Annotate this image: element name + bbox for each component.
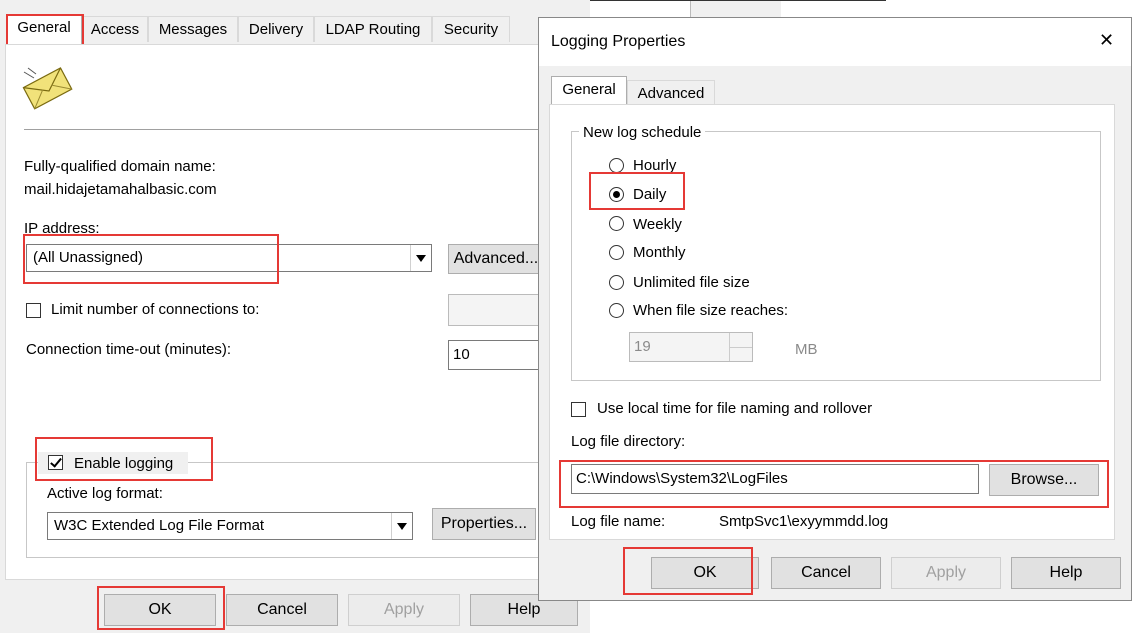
file-size-unit: MB xyxy=(795,341,818,358)
active-log-format-label: Active log format: xyxy=(47,485,163,502)
file-size-stepper[interactable]: 19 xyxy=(629,332,753,362)
advanced-button[interactable]: Advanced... xyxy=(448,244,544,274)
radio-daily-label: Daily xyxy=(633,186,667,203)
fqdn-label: Fully-qualified domain name: xyxy=(24,158,216,175)
apply-button[interactable]: Apply xyxy=(891,557,1001,589)
logging-properties-dialog: Logging Properties ✕ General Advanced Ne… xyxy=(538,17,1132,601)
tab-label: Advanced xyxy=(637,85,705,102)
cancel-button[interactable]: Cancel xyxy=(771,557,881,589)
browse-button[interactable]: Browse... xyxy=(989,464,1099,496)
tab-label: Access xyxy=(90,21,140,38)
tab-label: LDAP Routing xyxy=(325,21,421,38)
background-window-edge xyxy=(590,0,886,1)
radio-hourly-label: Hourly xyxy=(633,157,677,174)
radio-unlimited[interactable] xyxy=(609,275,624,290)
tab-delivery[interactable]: Delivery xyxy=(238,16,314,42)
envelope-icon xyxy=(22,67,73,110)
tab-label: General xyxy=(562,81,616,98)
radio-hourly[interactable] xyxy=(609,158,624,173)
ip-address-value: (All Unassigned) xyxy=(33,249,144,266)
apply-button[interactable]: Apply xyxy=(348,594,460,626)
radio-weekly-label: Weekly xyxy=(633,216,682,233)
background-window-titlebar xyxy=(690,0,781,17)
tab-advanced[interactable]: Advanced xyxy=(627,80,715,106)
radio-file-size[interactable] xyxy=(609,303,624,318)
ip-address-label: IP address: xyxy=(24,220,100,237)
log-format-value: W3C Extended Log File Format xyxy=(54,517,265,534)
chevron-down-icon[interactable] xyxy=(391,513,412,539)
log-dir-label: Log file directory: xyxy=(571,433,686,450)
log-name-label: Log file name: xyxy=(571,513,666,530)
chevron-up-icon[interactable] xyxy=(729,333,752,348)
tab-label: Delivery xyxy=(248,21,304,38)
ip-address-dropdown[interactable]: (All Unassigned) xyxy=(26,244,432,272)
timeout-value: 10 xyxy=(453,346,470,363)
timeout-label: Connection time-out (minutes): xyxy=(26,341,232,358)
tab-general[interactable]: General xyxy=(551,76,627,106)
ok-button[interactable]: OK xyxy=(651,557,759,589)
log-dir-value: C:\Windows\System32\LogFiles xyxy=(576,470,788,487)
radio-weekly[interactable] xyxy=(609,216,624,231)
tab-ldap-routing[interactable]: LDAP Routing xyxy=(314,16,432,42)
separator xyxy=(24,129,590,130)
radio-monthly-label: Monthly xyxy=(633,244,686,261)
tab-label: General xyxy=(17,19,71,36)
radio-daily[interactable] xyxy=(609,187,624,202)
timeout-input[interactable]: 10 xyxy=(448,340,544,370)
chevron-down-icon[interactable] xyxy=(729,347,752,361)
tab-messages[interactable]: Messages xyxy=(148,16,238,42)
properties-button[interactable]: Properties... xyxy=(432,508,536,540)
log-name-value: SmtpSvc1\exyymmdd.log xyxy=(719,513,889,530)
chevron-down-icon[interactable] xyxy=(410,245,431,271)
tab-label: Messages xyxy=(158,21,228,38)
smtp-properties-dialog: General Access Messages Delivery LDAP Ro… xyxy=(0,0,590,633)
schedule-group-label: New log schedule xyxy=(579,123,706,143)
log-dir-input[interactable]: C:\Windows\System32\LogFiles xyxy=(571,464,979,494)
help-button[interactable]: Help xyxy=(1011,557,1121,589)
limit-connections-checkbox[interactable] xyxy=(26,303,41,318)
tab-label: Security xyxy=(443,21,499,38)
enable-logging-checkbox[interactable] xyxy=(48,455,63,470)
radio-unlimited-label: Unlimited file size xyxy=(633,274,750,291)
tab-access[interactable]: Access xyxy=(82,16,148,42)
cancel-button[interactable]: Cancel xyxy=(226,594,338,626)
ok-button[interactable]: OK xyxy=(104,594,216,626)
tab-general[interactable]: General xyxy=(6,14,82,44)
limit-connections-input[interactable] xyxy=(448,294,544,326)
local-time-label: Use local time for file naming and rollo… xyxy=(597,400,873,417)
limit-connections-label: Limit number of connections to: xyxy=(51,301,260,318)
radio-monthly[interactable] xyxy=(609,245,624,260)
close-icon[interactable]: ✕ xyxy=(1099,30,1114,50)
fqdn-value: mail.hidajetamahalbasic.com xyxy=(24,181,217,198)
log-format-dropdown[interactable]: W3C Extended Log File Format xyxy=(47,512,413,540)
file-size-value: 19 xyxy=(634,338,651,355)
enable-logging-label: Enable logging xyxy=(74,455,174,472)
dialog-title: Logging Properties xyxy=(551,33,686,50)
tab-security[interactable]: Security xyxy=(432,16,510,42)
radio-file-size-label: When file size reaches: xyxy=(633,302,789,319)
local-time-checkbox[interactable] xyxy=(571,402,586,417)
